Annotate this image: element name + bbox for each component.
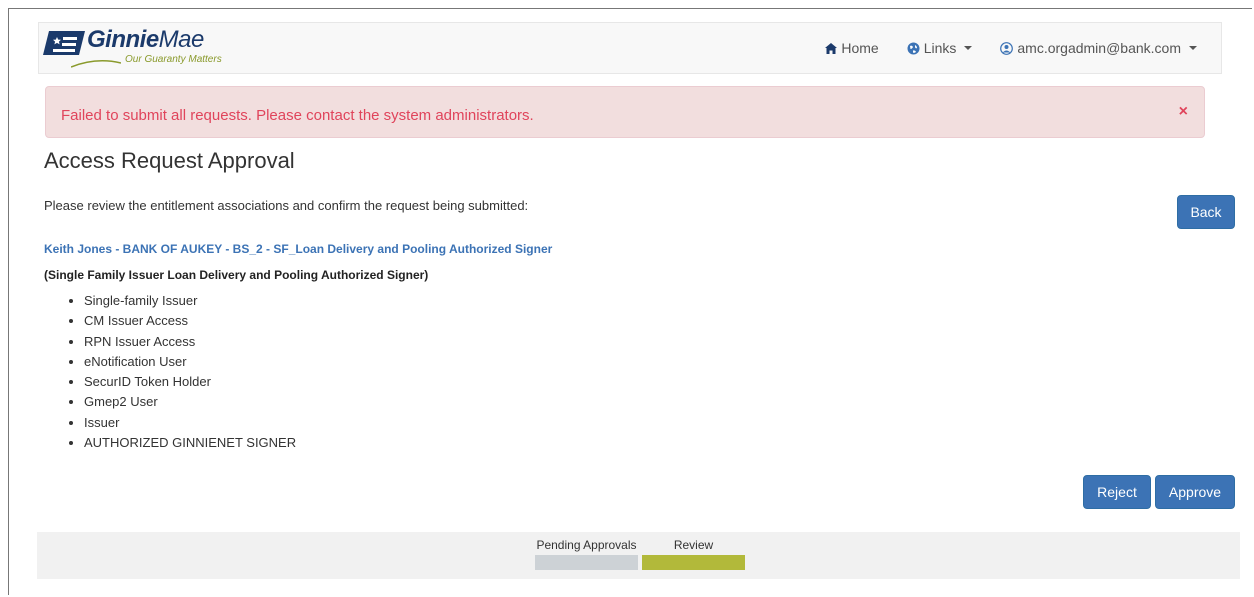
list-item: SecurID Token Holder [84, 372, 296, 392]
step-label: Pending Approvals [536, 538, 637, 552]
chevron-down-icon [1189, 46, 1197, 50]
list-item: Issuer [84, 413, 296, 433]
progress-footer: Pending Approvals Review [37, 532, 1240, 579]
home-icon [825, 42, 838, 54]
approve-button[interactable]: Approve [1155, 475, 1235, 509]
back-button[interactable]: Back [1177, 195, 1235, 229]
error-alert: Failed to submit all requests. Please co… [45, 86, 1205, 138]
brand-tagline: Our Guaranty Matters [125, 54, 222, 65]
ginnie-mae-logo[interactable]: GinnieMae Our Guaranty Matters [41, 25, 261, 71]
list-item: CM Issuer Access [84, 311, 296, 331]
step-pending-approvals: Pending Approvals [535, 538, 638, 570]
role-description: (Single Family Issuer Loan Delivery and … [44, 268, 429, 282]
brand-name: GinnieMae [87, 26, 204, 54]
close-icon[interactable]: × [1179, 103, 1188, 121]
user-menu-dropdown[interactable]: amc.orgadmin@bank.com [986, 40, 1211, 56]
page-title: Access Request Approval [44, 148, 295, 173]
navbar-right-menu: Home Links amc.orgadmin@bank.com [811, 23, 1211, 73]
list-item: Single-family Issuer [84, 291, 296, 311]
step-progress-bar [535, 555, 638, 570]
request-detail-link[interactable]: Keith Jones - BANK OF AUKEY - BS_2 - SF_… [44, 242, 552, 256]
top-navbar: GinnieMae Our Guaranty Matters Home Link… [38, 22, 1222, 74]
flag-logo-icon [43, 31, 85, 55]
chevron-down-icon [964, 46, 973, 50]
list-item: Gmep2 User [84, 392, 296, 412]
reject-button[interactable]: Reject [1083, 475, 1151, 509]
user-circle-icon [1000, 41, 1014, 55]
entitlement-list: Single-family Issuer CM Issuer Access RP… [64, 291, 296, 453]
globe-icon [907, 42, 920, 54]
nav-home-link[interactable]: Home [811, 40, 892, 56]
step-label: Review [673, 538, 714, 552]
brand-name-part1: Ginnie [87, 26, 159, 53]
swoosh-decoration [71, 60, 121, 68]
brand-name-part2: Mae [158, 26, 205, 53]
nav-links-dropdown[interactable]: Links [893, 40, 987, 56]
error-alert-message: Failed to submit all requests. Please co… [61, 107, 534, 124]
review-instructions: Please review the entitlement associatio… [44, 198, 529, 213]
list-item: AUTHORIZED GINNIENET SIGNER [84, 433, 296, 453]
list-item: RPN Issuer Access [84, 332, 296, 352]
list-item: eNotification User [84, 352, 296, 372]
step-progress-bar [642, 555, 745, 570]
nav-links-label: Links [923, 40, 957, 56]
user-email-label: amc.orgadmin@bank.com [1017, 40, 1181, 56]
nav-home-label: Home [841, 40, 879, 56]
step-review: Review [642, 538, 745, 570]
